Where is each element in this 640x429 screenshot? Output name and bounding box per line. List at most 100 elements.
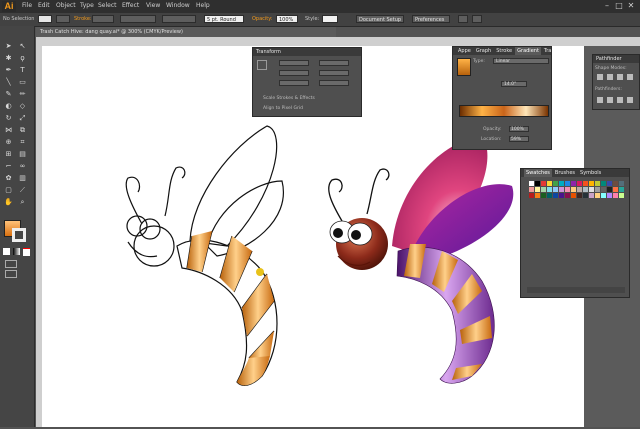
transform-panel-title[interactable]: Transform xyxy=(253,48,361,56)
swatch-item[interactable] xyxy=(553,193,558,198)
tab-swatches[interactable]: Swatches xyxy=(524,169,552,177)
paintbrush-tool-icon[interactable]: ✎ xyxy=(4,90,13,98)
brush-definition-select[interactable] xyxy=(162,15,196,23)
swatch-item[interactable] xyxy=(529,193,534,198)
gradient-type-select[interactable]: Linear xyxy=(493,58,549,64)
swatch-item[interactable] xyxy=(619,187,624,192)
magic-wand-tool-icon[interactable]: ✱ xyxy=(4,54,13,62)
swatch-item[interactable] xyxy=(559,193,564,198)
menu-effect[interactable]: Effect xyxy=(122,2,139,9)
swatch-item[interactable] xyxy=(565,187,570,192)
swatch-item[interactable] xyxy=(595,187,600,192)
height-field[interactable] xyxy=(319,70,349,76)
brush-select[interactable]: 5 pt. Round xyxy=(204,15,244,23)
trim-icon[interactable] xyxy=(607,97,613,103)
pen-tool-icon[interactable]: ✒ xyxy=(4,66,13,74)
y-field[interactable] xyxy=(279,70,309,76)
swatch-item[interactable] xyxy=(541,181,546,186)
close-button[interactable]: ✕ xyxy=(626,1,636,10)
free-transform-tool-icon[interactable]: ⧉ xyxy=(18,126,27,134)
swatch-item[interactable] xyxy=(535,187,540,192)
swatch-item[interactable] xyxy=(601,181,606,186)
swatch-item[interactable] xyxy=(529,187,534,192)
gradient-ramp-slider[interactable] xyxy=(459,105,549,117)
swatch-item[interactable] xyxy=(571,193,576,198)
artboard-tool-icon[interactable]: ▢ xyxy=(4,186,13,194)
pathfinder-panel-title[interactable]: Pathfinder xyxy=(593,55,639,63)
swatch-item[interactable] xyxy=(613,193,618,198)
fill-swatch[interactable] xyxy=(38,15,52,23)
swatch-item[interactable] xyxy=(619,193,624,198)
blend-tool-icon[interactable]: ∞ xyxy=(18,162,27,170)
swatch-item[interactable] xyxy=(535,181,540,186)
menu-object[interactable]: Object xyxy=(56,2,76,9)
selection-tool-icon[interactable]: ➤ xyxy=(4,42,13,50)
scale-strokes-option[interactable]: Scale Strokes & Effects xyxy=(263,96,315,101)
swatch-item[interactable] xyxy=(583,187,588,192)
swatch-item[interactable] xyxy=(589,193,594,198)
menu-select[interactable]: Select xyxy=(98,2,117,9)
blob-brush-tool-icon[interactable]: ◐ xyxy=(4,102,13,110)
tab-brushes[interactable]: Brushes xyxy=(553,169,577,177)
swatch-item[interactable] xyxy=(607,193,612,198)
divide-icon[interactable] xyxy=(597,97,603,103)
rectangle-tool-icon[interactable]: ▭ xyxy=(18,78,27,86)
swatch-item[interactable] xyxy=(619,181,624,186)
shape-builder-tool-icon[interactable]: ⊕ xyxy=(4,138,13,146)
swatch-item[interactable] xyxy=(583,181,588,186)
symbol-sprayer-tool-icon[interactable]: ✿ xyxy=(4,174,13,182)
style-select[interactable] xyxy=(322,15,338,23)
swatch-item[interactable] xyxy=(541,187,546,192)
swatch-item[interactable] xyxy=(607,187,612,192)
swatch-item[interactable] xyxy=(607,181,612,186)
gradient-mode-icon[interactable] xyxy=(13,248,20,255)
reference-point-icon[interactable] xyxy=(257,60,267,70)
swatch-item[interactable] xyxy=(559,187,564,192)
gradient-location-field[interactable]: 59% xyxy=(509,136,529,142)
gradient-opacity-field[interactable]: 100% xyxy=(509,126,529,132)
menu-type[interactable]: Type xyxy=(80,2,94,9)
mesh-tool-icon[interactable]: ⊞ xyxy=(4,150,13,158)
hand-tool-icon[interactable]: ✋ xyxy=(4,198,13,206)
zoom-tool-icon[interactable]: ⌕ xyxy=(18,198,27,206)
arrange-icon[interactable] xyxy=(458,15,468,23)
tab-transparency[interactable]: Trans xyxy=(542,47,551,55)
variable-width-select[interactable] xyxy=(120,15,156,23)
lasso-tool-icon[interactable]: ϙ xyxy=(18,54,27,62)
swatch-item[interactable] xyxy=(529,181,534,186)
swatch-item[interactable] xyxy=(559,181,564,186)
exclude-icon[interactable] xyxy=(627,74,633,80)
stroke-weight-field[interactable] xyxy=(92,15,114,23)
draw-mode-icon[interactable] xyxy=(5,260,17,268)
swatch-item[interactable] xyxy=(595,181,600,186)
tab-graphic-styles[interactable]: Graph xyxy=(474,47,493,55)
intersect-icon[interactable] xyxy=(617,74,623,80)
swatch-item[interactable] xyxy=(577,193,582,198)
swatch-item[interactable] xyxy=(571,187,576,192)
type-tool-icon[interactable]: T xyxy=(18,66,27,74)
swatch-item[interactable] xyxy=(553,181,558,186)
maximize-button[interactable]: □ xyxy=(614,1,624,10)
tab-gradient[interactable]: Gradient xyxy=(515,47,541,55)
stroke-swatch[interactable] xyxy=(56,15,70,23)
perspective-grid-tool-icon[interactable]: ⌗ xyxy=(18,138,27,146)
eraser-tool-icon[interactable]: ◇ xyxy=(18,102,27,110)
line-tool-icon[interactable]: ╲ xyxy=(4,78,13,86)
slice-tool-icon[interactable]: ⟋ xyxy=(18,186,27,194)
swatch-item[interactable] xyxy=(565,193,570,198)
bee-colored-drawing[interactable] xyxy=(328,136,514,384)
color-mode-icon[interactable] xyxy=(3,248,10,255)
preferences-button[interactable]: Preferences xyxy=(412,15,450,23)
none-mode-icon[interactable] xyxy=(23,248,30,256)
swatch-item[interactable] xyxy=(547,193,552,198)
stroke-label[interactable]: Stroke: xyxy=(74,16,92,22)
gradient-preview-swatch[interactable] xyxy=(457,58,471,76)
width-tool-icon[interactable]: ⋈ xyxy=(4,126,13,134)
swatch-item[interactable] xyxy=(535,193,540,198)
swatch-item[interactable] xyxy=(565,181,570,186)
swatch-item[interactable] xyxy=(547,187,552,192)
swatch-item[interactable] xyxy=(571,181,576,186)
gradient-tool-icon[interactable]: ▤ xyxy=(18,150,27,158)
minimize-button[interactable]: – xyxy=(602,1,612,10)
document-tab[interactable]: Trash Catch Hive: dang quay.ai* @ 300% (… xyxy=(36,27,336,37)
